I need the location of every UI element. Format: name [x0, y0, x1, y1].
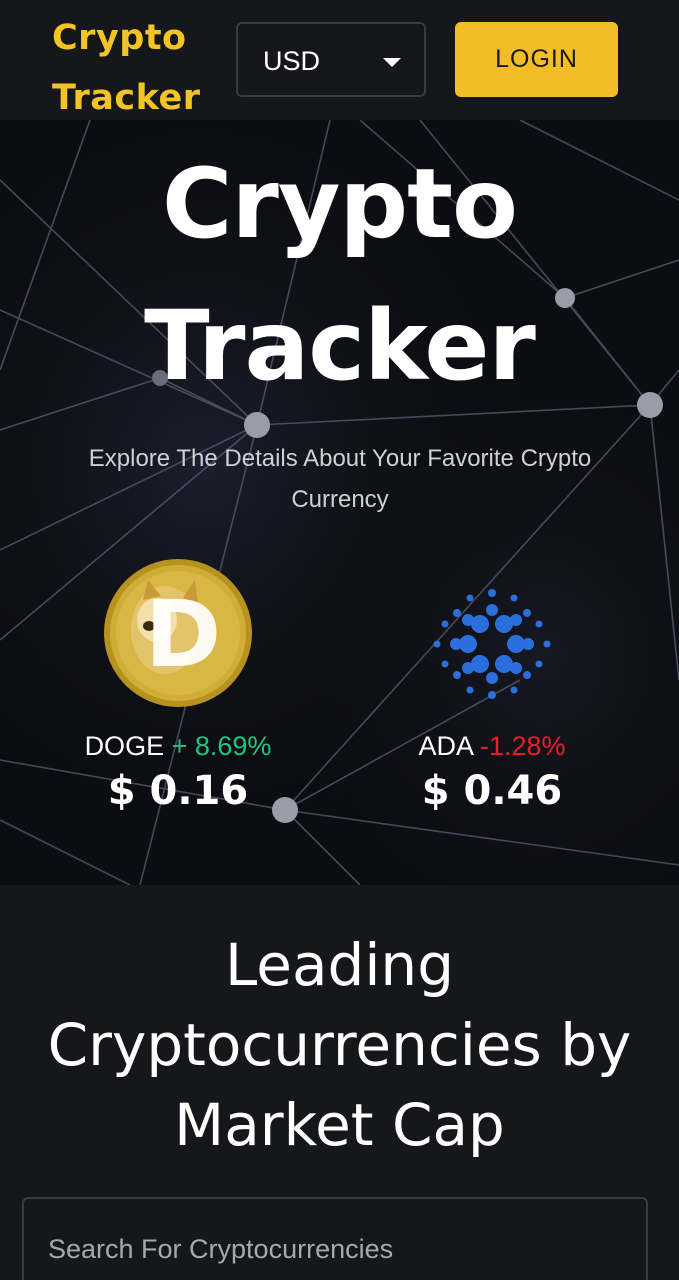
coin-symbol: DOGE	[84, 731, 165, 761]
login-button-label: LOGIN	[495, 45, 578, 73]
search-box[interactable]	[22, 1197, 648, 1280]
currency-select[interactable]: USD	[236, 22, 426, 97]
carousel-coin-ada[interactable]: ADA -1.28% $ 0.46	[362, 558, 622, 818]
coin-symbol: ADA	[418, 731, 473, 761]
coin-change: + 8.69%	[171, 731, 272, 761]
hero-title: Crypto	[162, 148, 518, 260]
market-cap-section: Leading Cryptocurrencies by Market Cap	[0, 885, 679, 1280]
search-input[interactable]	[48, 1229, 618, 1269]
svg-text:D: D	[145, 581, 221, 688]
hero-title-line2: Tracker	[144, 290, 536, 402]
hero-banner: Crypto Tracker Explore The Details About…	[0, 120, 679, 885]
dogecoin-logo-icon: D	[104, 559, 252, 707]
hero-subtitle: Explore The Details About Your Favorite …	[88, 445, 592, 513]
login-button[interactable]: LOGIN	[455, 22, 618, 97]
caret-down-icon	[383, 58, 401, 67]
coin-symbol-change: DOGE + 8.69%	[48, 731, 308, 762]
coin-change: -1.28%	[479, 731, 566, 761]
cardano-logo-icon	[433, 589, 551, 699]
currency-select-value: USD	[263, 46, 321, 76]
coin-symbol-change: ADA -1.28%	[362, 731, 622, 762]
carousel-coin-doge[interactable]: D DOGE + 8.69% $ 0.16	[48, 558, 308, 818]
coin-price: $ 0.46	[421, 768, 563, 814]
section-title: Leading Cryptocurrencies by Market Cap	[47, 931, 632, 1159]
brand-logo-text[interactable]: Crypto Tracker	[52, 8, 227, 128]
top-nav: Crypto Tracker USD LOGIN	[0, 0, 679, 120]
coin-price: $ 0.16	[107, 768, 249, 814]
